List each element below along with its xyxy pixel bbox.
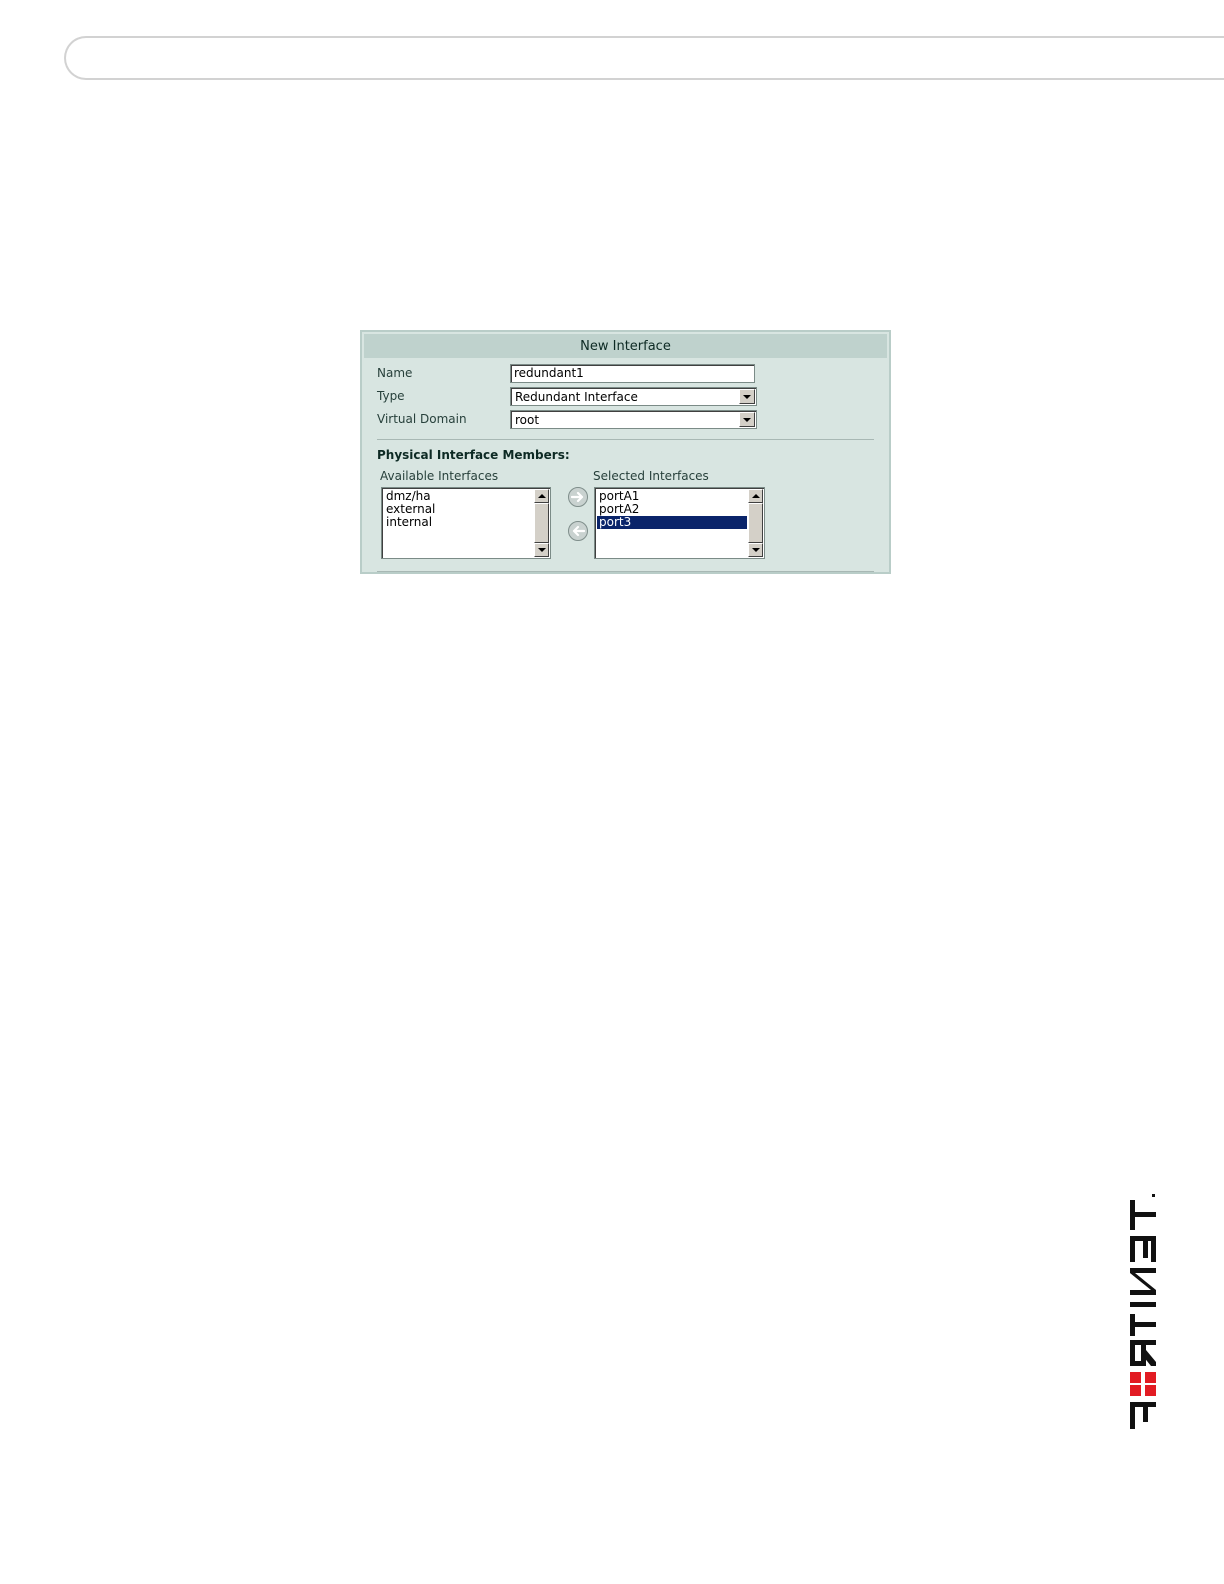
type-select-value: Redundant Interface	[515, 390, 638, 404]
scroll-up-icon[interactable]	[748, 489, 763, 503]
divider	[377, 439, 874, 440]
divider	[377, 571, 874, 572]
scroll-thumb[interactable]	[534, 503, 549, 543]
available-interfaces-list[interactable]: dmz/ha external internal	[381, 487, 551, 559]
arrow-left-icon	[572, 525, 585, 537]
new-interface-dialog: New Interface Name redundant1 Type Redun…	[360, 330, 891, 574]
move-left-button[interactable]	[568, 521, 588, 541]
list-item[interactable]: internal	[384, 516, 533, 529]
virtual-domain-select[interactable]: root	[510, 410, 757, 429]
list-item-selected[interactable]: port3	[597, 516, 747, 529]
selected-interfaces-label: Selected Interfaces	[593, 469, 709, 483]
physical-members-heading: Physical Interface Members:	[377, 448, 570, 462]
scroll-thumb[interactable]	[748, 503, 763, 543]
available-interfaces-label: Available Interfaces	[380, 469, 499, 483]
name-input[interactable]: redundant1	[510, 364, 755, 383]
virtual-domain-label: Virtual Domain	[377, 412, 467, 426]
chevron-down-icon[interactable]	[739, 389, 755, 404]
scroll-down-icon[interactable]	[534, 543, 549, 557]
name-label: Name	[377, 366, 413, 380]
fortinet-logo	[1130, 1194, 1156, 1429]
dialog-title: New Interface	[364, 334, 887, 358]
scroll-down-icon[interactable]	[748, 543, 763, 557]
scrollbar[interactable]	[748, 489, 763, 557]
type-label: Type	[377, 389, 405, 403]
arrow-right-icon	[571, 491, 584, 503]
move-right-button[interactable]	[568, 487, 588, 507]
scrollbar[interactable]	[534, 489, 549, 557]
selected-interfaces-list[interactable]: portA1 portA2 port3	[594, 487, 765, 559]
scroll-up-icon[interactable]	[534, 489, 549, 503]
header-band	[64, 36, 1224, 80]
chevron-down-icon[interactable]	[739, 412, 755, 427]
type-select[interactable]: Redundant Interface	[510, 387, 757, 406]
virtual-domain-select-value: root	[515, 413, 540, 427]
